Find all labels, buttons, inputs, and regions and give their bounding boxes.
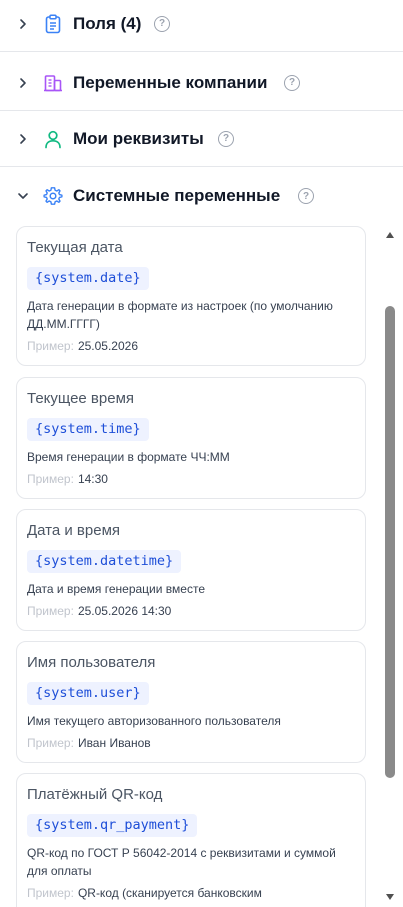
variable-title: Текущее время [27, 390, 135, 407]
variable-card[interactable]: Имя пользователя {system.user} Имя текущ… [16, 641, 366, 763]
example-value: 25.05.2026 14:30 [77, 604, 172, 618]
variable-code[interactable]: {system.date} [27, 267, 149, 290]
section-company-vars-header[interactable]: Переменные компании ? [0, 55, 403, 111]
variable-card[interactable]: Текущая дата {system.date} Дата генераци… [16, 226, 366, 366]
building-icon [43, 73, 63, 93]
chevron-right-icon [17, 18, 29, 30]
variable-example: Пример: QR-код (сканируется банковским [27, 884, 355, 902]
variable-example: Пример: 14:30 [27, 470, 355, 488]
variable-title: Текущая дата [27, 239, 123, 256]
section-title: Поля (4) [73, 13, 142, 33]
variable-code[interactable]: {system.time} [27, 418, 149, 441]
variable-card[interactable]: Текущее время {system.time} Время генера… [16, 377, 366, 499]
variable-card[interactable]: Платёжный QR-код {system.qr_payment} QR-… [16, 773, 366, 907]
section-system-vars-header[interactable]: Системные переменные ? [0, 168, 403, 224]
variable-title: Платёжный QR-код [27, 786, 163, 803]
system-variables-list[interactable]: Текущая дата {system.date} Дата генераци… [0, 224, 403, 907]
variable-title: Имя пользователя [27, 654, 156, 671]
example-value: 25.05.2026 [77, 339, 138, 353]
example-value: 14:30 [77, 472, 108, 486]
scroll-down-arrow-icon[interactable] [383, 890, 397, 904]
help-icon[interactable]: ? [218, 130, 234, 147]
example-value: Иван Иванов [77, 736, 151, 750]
example-label: Пример: [27, 604, 74, 618]
variable-title: Дата и время [27, 522, 121, 539]
help-icon[interactable]: ? [154, 15, 170, 32]
variable-example: Пример: Иван Иванов [27, 734, 355, 752]
chevron-right-icon [17, 133, 29, 145]
section-title: Системные переменные [73, 186, 281, 205]
scrollbar[interactable] [383, 228, 397, 904]
variable-code[interactable]: {system.datetime} [27, 550, 182, 573]
section-title: Переменные компании [73, 72, 268, 92]
example-value: QR-код (сканируется банковским [77, 886, 262, 900]
variable-description: Дата генерации в формате из настроек (по… [27, 299, 333, 331]
chevron-right-icon [17, 77, 29, 89]
section-my-requisites-header[interactable]: Мои реквизиты ? [0, 111, 403, 167]
scrollbar-thumb[interactable] [385, 306, 395, 778]
example-label: Пример: [27, 339, 74, 353]
variable-description: Время генерации в формате ЧЧ:ММ [27, 450, 230, 464]
example-label: Пример: [27, 472, 74, 486]
variable-example: Пример: 25.05.2026 [27, 337, 355, 355]
gear-icon [43, 186, 63, 206]
chevron-down-icon [17, 190, 29, 202]
variable-example: Пример: 25.05.2026 14:30 [27, 602, 355, 620]
clipboard-icon [43, 14, 63, 34]
section-title: Мои реквизиты [73, 128, 204, 148]
variable-description: QR-код по ГОСТ Р 56042-2014 с реквизитам… [27, 846, 336, 878]
variable-description: Имя текущего авторизованного пользовател… [27, 714, 281, 728]
variable-card[interactable]: Дата и время {system.datetime} Дата и вр… [16, 509, 366, 631]
user-icon [43, 129, 63, 149]
variable-code[interactable]: {system.qr_payment} [27, 814, 198, 837]
help-icon[interactable]: ? [298, 188, 314, 204]
example-label: Пример: [27, 736, 74, 750]
variable-code[interactable]: {system.user} [27, 682, 149, 705]
variable-description: Дата и время генерации вместе [27, 582, 205, 596]
section-fields-header[interactable]: Поля (4) ? [0, 0, 403, 52]
example-label: Пример: [27, 886, 74, 900]
help-icon[interactable]: ? [284, 74, 300, 91]
scroll-up-arrow-icon[interactable] [383, 228, 397, 242]
